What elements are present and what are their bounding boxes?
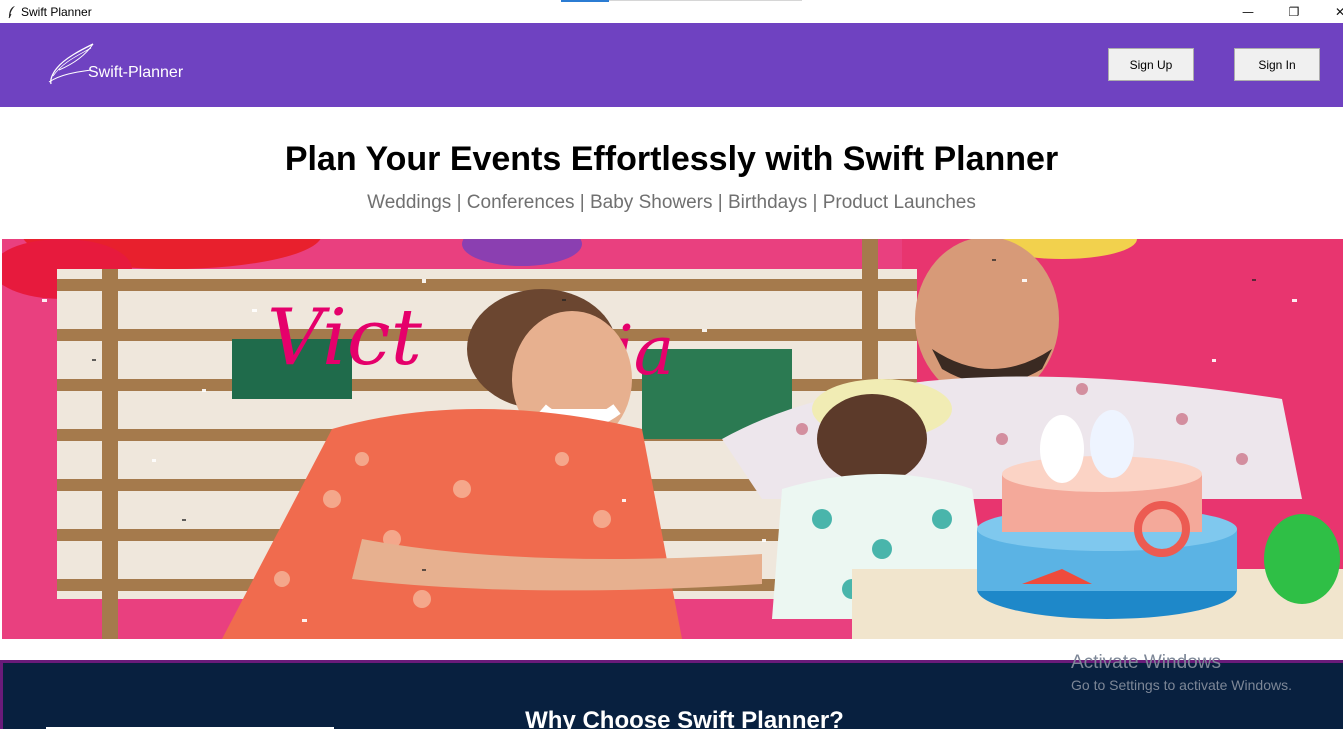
minimize-button[interactable]: — [1225,0,1271,23]
feather-app-icon [4,4,20,20]
sign-in-button[interactable]: Sign In [1234,48,1320,81]
activate-windows-watermark-subtitle: Go to Settings to activate Windows. [1071,677,1292,693]
why-choose-title: Why Choose Swift Planner? [525,707,844,734]
svg-text:Vict: Vict [267,293,423,383]
hero-title: Plan Your Events Effortlessly with Swift… [284,140,1059,178]
window-titlebar: Swift Planner — ❐ ✕ [0,0,1343,23]
restore-button[interactable]: ❐ [1271,0,1317,23]
sign-up-button[interactable]: Sign Up [1108,48,1194,81]
birthday-party-illustration: Vict ia [2,239,1343,639]
hero-subtitle: Weddings | Conferences | Baby Showers | … [367,192,976,213]
logo-text: Swift-Planner [88,64,184,81]
tab-focus-track [609,0,802,1]
activate-windows-watermark-title: Activate Windows [1071,652,1221,673]
tab-focus-indicator [561,0,609,2]
restore-icon: ❐ [1288,4,1300,19]
minimize-icon: — [1242,4,1254,19]
site-header: Swift-Planner Sign Up Sign In [0,23,1343,107]
window-title: Swift Planner [21,4,92,19]
close-icon: ✕ [1334,4,1343,19]
hero-image: Vict ia [2,239,1343,639]
site-logo[interactable]: Swift-Planner [47,42,187,90]
close-button[interactable]: ✕ [1317,0,1343,23]
